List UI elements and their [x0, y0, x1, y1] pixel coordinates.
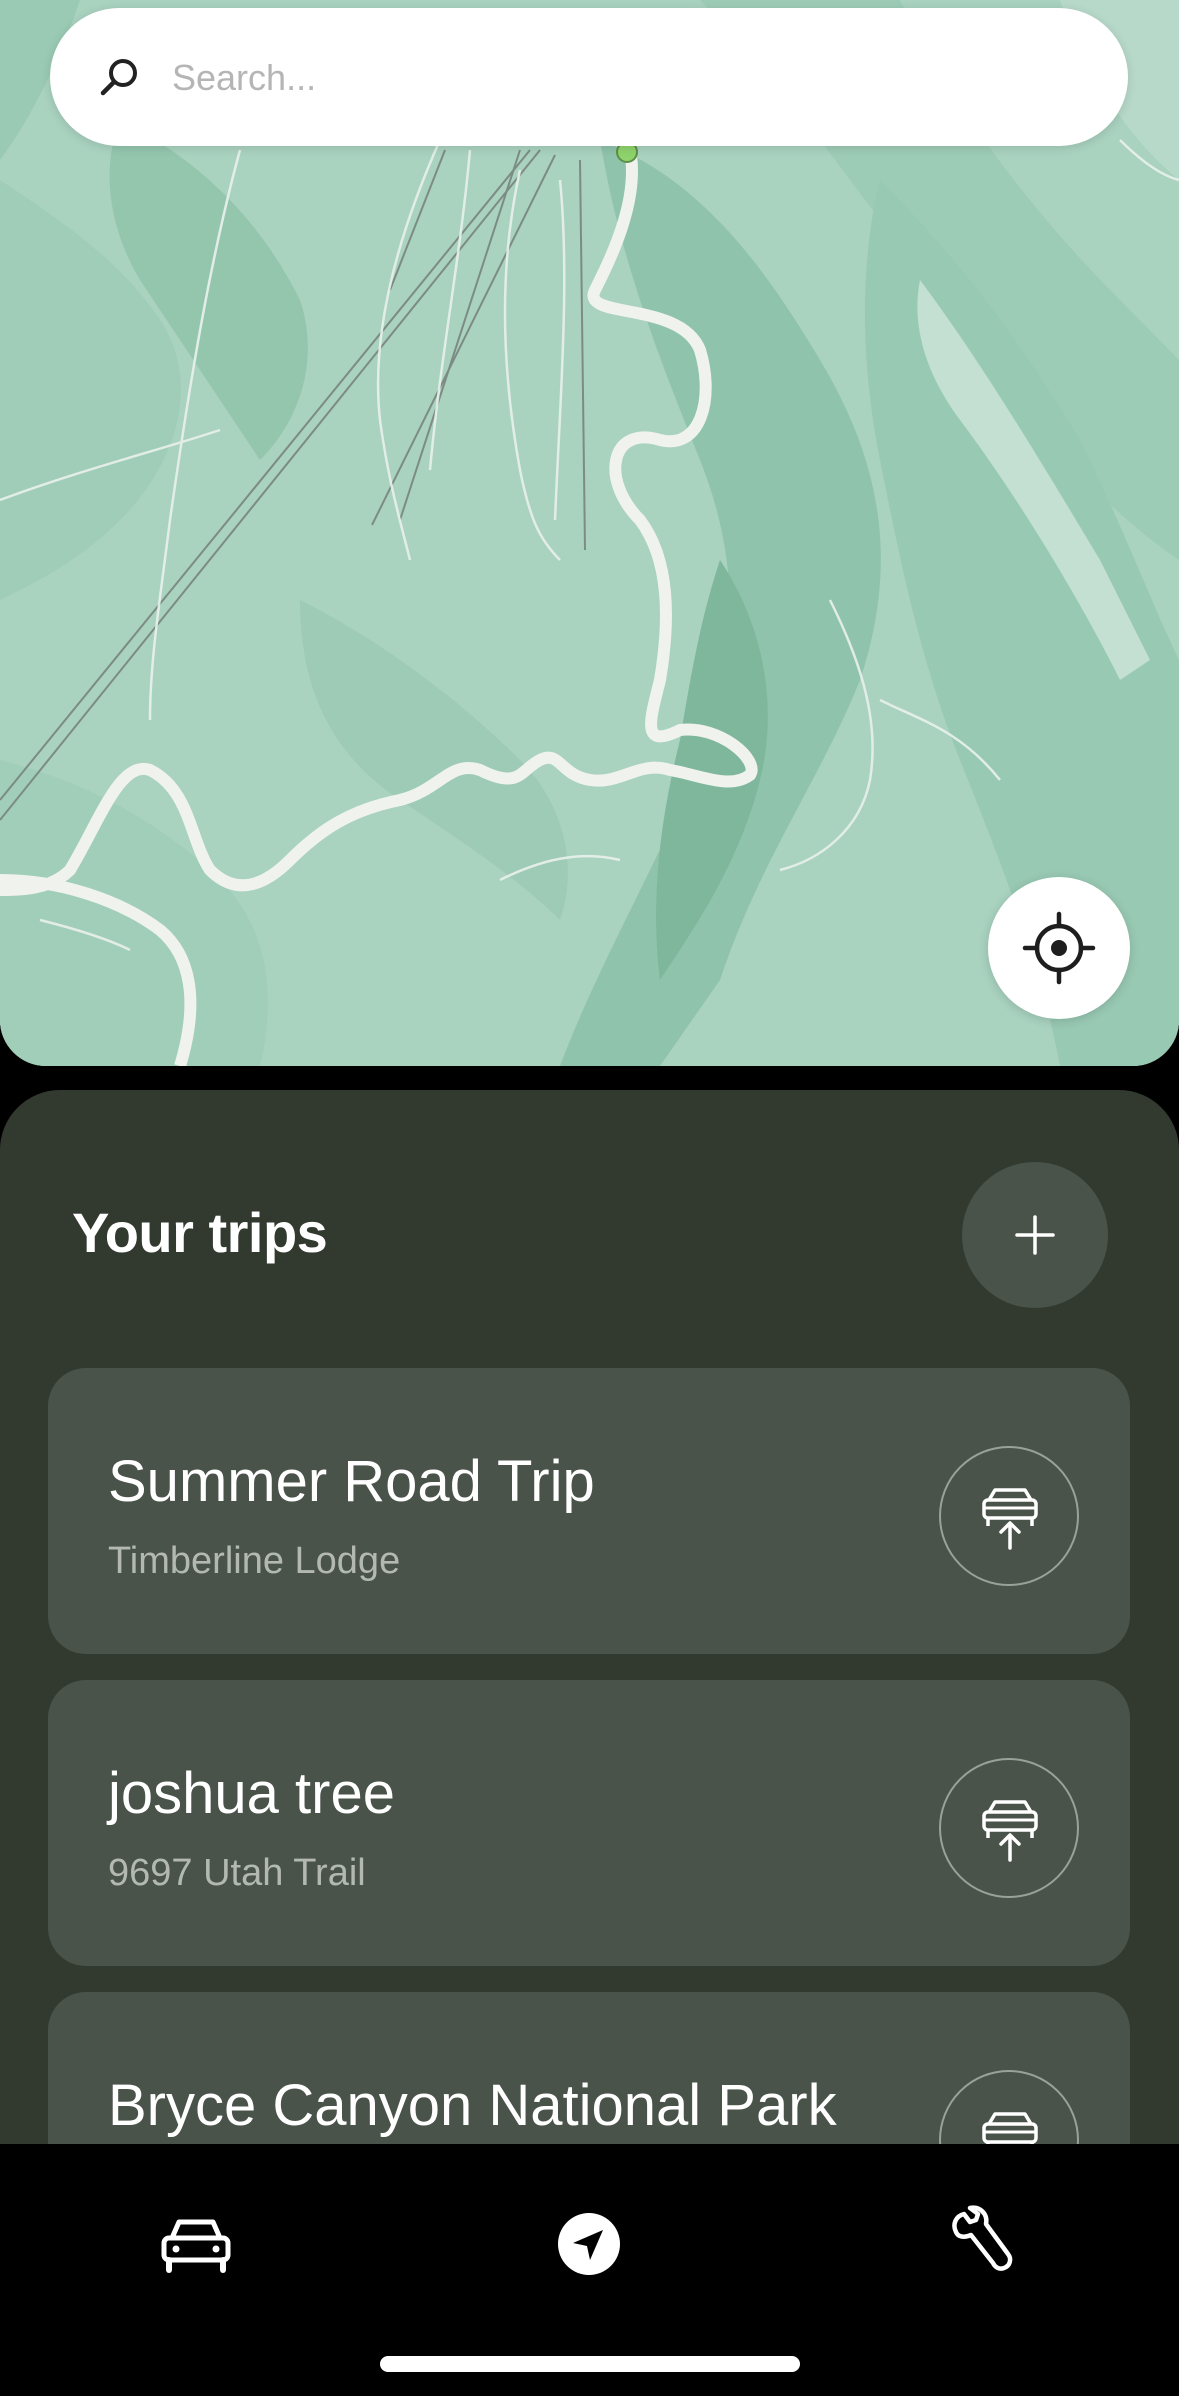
map-view[interactable]: [0, 0, 1179, 1066]
start-trip-button[interactable]: [939, 1446, 1079, 1586]
home-indicator[interactable]: [380, 2356, 800, 2372]
locate-me-button[interactable]: [988, 877, 1130, 1019]
add-trip-button[interactable]: [962, 1162, 1108, 1308]
start-trip-button[interactable]: [939, 2070, 1079, 2150]
car-upload-icon: [982, 1488, 1038, 1550]
crosshair-icon: [1022, 911, 1096, 985]
trip-name: Bryce Canyon National Park: [108, 2073, 837, 2138]
trip-card[interactable]: joshua tree 9697 Utah Trail: [48, 1680, 1130, 1966]
car-icon: [161, 2219, 231, 2273]
trip-location: Timberline Lodge: [108, 1540, 401, 1582]
search-icon: [100, 59, 137, 96]
wrench-icon: [952, 2205, 1013, 2271]
trip-location: 9697 Utah Trail: [108, 1852, 366, 1894]
trip-name: Summer Road Trip: [108, 1449, 595, 1514]
search-input[interactable]: [170, 38, 1074, 118]
search-bar[interactable]: [50, 8, 1128, 146]
trip-card[interactable]: Bryce Canyon National Park: [48, 1992, 1130, 2150]
nav-vehicles[interactable]: [156, 2204, 236, 2284]
nav-tools[interactable]: [942, 2204, 1022, 2284]
trips-title: Your trips: [72, 1201, 328, 1264]
car-upload-icon: [982, 1800, 1038, 1862]
trip-name: joshua tree: [108, 1761, 395, 1826]
start-trip-button[interactable]: [939, 1758, 1079, 1898]
plus-icon: [1015, 1215, 1055, 1255]
trips-panel: Your trips Summer Road Trip Timberline L…: [0, 1090, 1179, 2150]
navigation-arrow-icon: [558, 2213, 620, 2275]
nav-navigate[interactable]: [549, 2204, 629, 2284]
trip-card[interactable]: Summer Road Trip Timberline Lodge: [48, 1368, 1130, 1654]
